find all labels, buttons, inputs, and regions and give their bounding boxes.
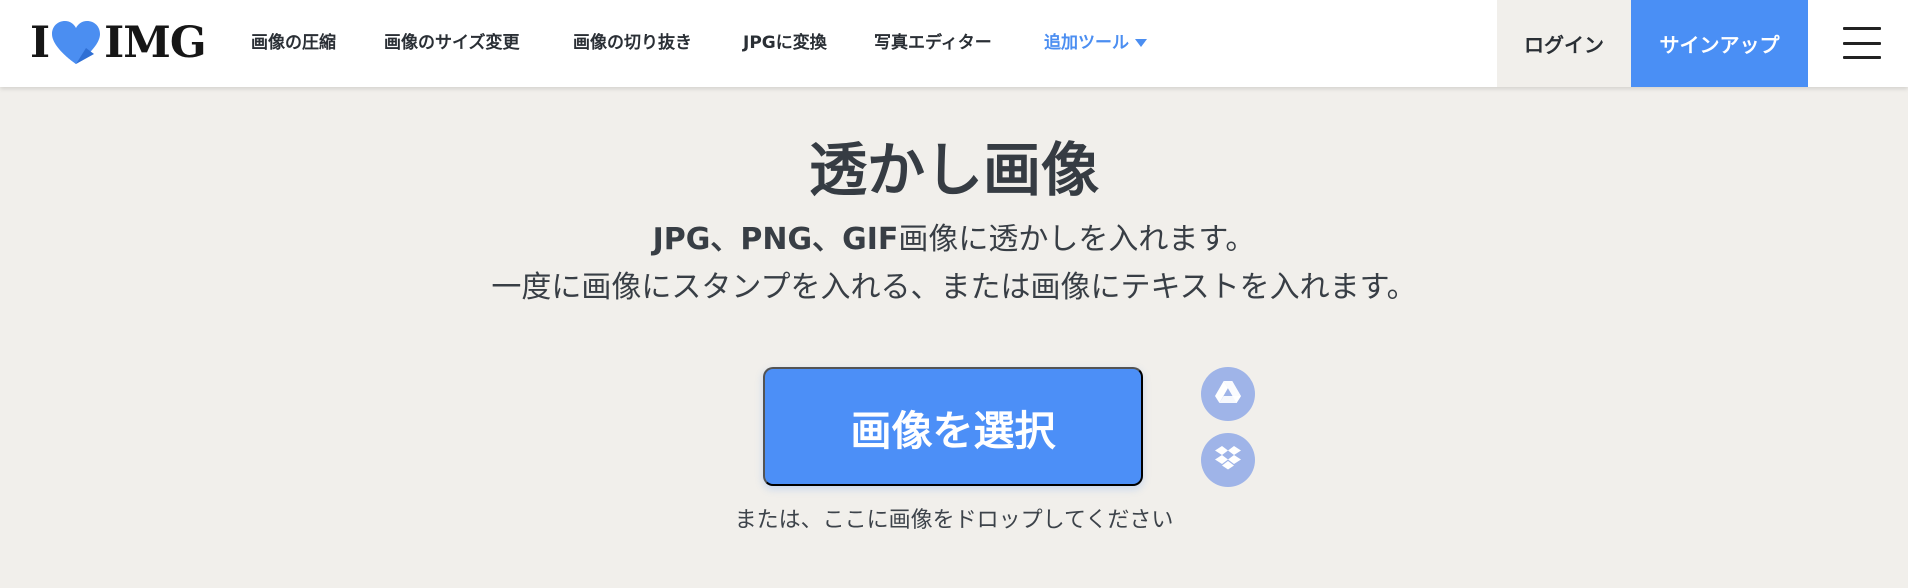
heart-icon xyxy=(50,20,102,66)
hamburger-menu-icon[interactable] xyxy=(1843,27,1881,59)
nav-convert-to-jpg[interactable]: JPGに変換 xyxy=(743,32,827,54)
page-subtitle-line-1: JPG、PNG、GIF画像に透かしを入れます。 xyxy=(0,218,1908,262)
nav-compress-image[interactable]: 画像の圧縮 xyxy=(251,32,336,54)
page-title: 透かし画像 xyxy=(808,136,1099,204)
nav-more-tools[interactable]: 追加ツール xyxy=(1044,32,1147,54)
iloveimg-logo[interactable]: I IMG xyxy=(30,18,207,68)
drop-hint-text: または、ここに画像をドロップしてください xyxy=(734,508,1174,533)
menu-bar xyxy=(1843,56,1881,59)
logo-text-img: IMG xyxy=(104,18,206,68)
subtitle-line-1-text: 画像に透かしを入れます。 xyxy=(898,222,1256,257)
logo-letter-i: I xyxy=(30,18,50,68)
page-subtitle-line-2: 一度に画像にスタンプを入れる、または画像にテキストを入れます。 xyxy=(491,270,1417,305)
menu-bar xyxy=(1843,27,1881,30)
nav-photo-editor[interactable]: 写真エディター xyxy=(874,32,992,54)
menu-bar xyxy=(1843,41,1881,45)
supported-formats: JPG、PNG、GIF xyxy=(652,222,899,257)
dropbox-icon xyxy=(1215,446,1241,474)
nav-crop-image[interactable]: 画像の切り抜き xyxy=(573,32,692,54)
nav-more-tools-label: 追加ツール xyxy=(1044,33,1129,53)
dropbox-button[interactable] xyxy=(1201,433,1255,487)
google-drive-button[interactable] xyxy=(1201,367,1255,421)
login-button[interactable]: ログイン xyxy=(1497,0,1631,87)
select-images-button[interactable]: 画像を選択 xyxy=(763,367,1143,486)
nav-resize-image[interactable]: 画像のサイズ変更 xyxy=(384,32,520,54)
google-drive-icon xyxy=(1215,381,1241,407)
signup-button[interactable]: サインアップ xyxy=(1631,0,1808,87)
caret-down-icon xyxy=(1135,39,1147,47)
top-navbar: I IMG 画像の圧縮 画像のサイズ変更 画像の切り抜き JPGに変換 写真エデ… xyxy=(0,0,1908,87)
